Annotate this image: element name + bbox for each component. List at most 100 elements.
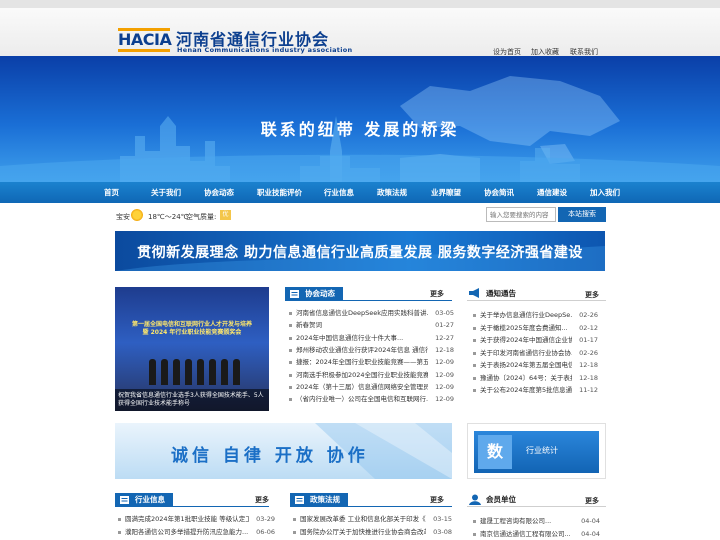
- news-list-item[interactable]: （省内行业唯一）公司在全国电信和互联网行... 12-09: [288, 393, 454, 405]
- members-panel-title: 会员单位: [486, 495, 516, 504]
- bullet-icon: [473, 533, 476, 536]
- members-more-link[interactable]: 更多: [585, 496, 599, 506]
- person-figure: [221, 359, 228, 385]
- nav-home[interactable]: 首页: [104, 182, 119, 203]
- nav-construction[interactable]: 通信建设: [537, 182, 567, 203]
- policy-list-item[interactable]: 国家发展改革委 工业和信息化部关于印发《... 03-15: [292, 513, 452, 525]
- photo-title-line1: 第一届全国电信和互联网行业人才开发与培养: [131, 321, 252, 328]
- item-title: 豫通协〔2024〕64号：关于表扬...: [480, 373, 572, 382]
- item-title: 关于举办信息通信行业DeepSe...: [480, 311, 572, 319]
- notice-list-item[interactable]: 关于获得2024年中国通信企业协... 01-17: [472, 334, 598, 346]
- weather-temp: 18℃～24℃: [148, 213, 189, 221]
- item-title: 国务院办公厅关于加快推进行业协会商会改革...: [300, 528, 426, 536]
- item-date: 03-29: [256, 515, 275, 523]
- integrity-banner[interactable]: 诚信 自律 开放 协作: [115, 423, 452, 479]
- notice-list-item[interactable]: 豫通协〔2024〕64号：关于表扬... 12-18: [472, 372, 598, 384]
- industry-list-item[interactable]: 濮阳各通信公司多举措提升防汛应急能力... 06-06: [117, 526, 275, 538]
- bullet-icon: [473, 314, 476, 317]
- news-list-item[interactable]: 郑州移动农业通信业行获评2024年信息 通信行... 12-18: [288, 344, 454, 356]
- nav-skill-evaluation[interactable]: 职业技能评价: [257, 182, 302, 203]
- site-logo[interactable]: HACIA: [118, 28, 172, 52]
- site-name-en: Henan Communications industry associatio…: [177, 46, 353, 54]
- person-figure: [233, 359, 240, 385]
- notice-list-item[interactable]: 关于公布2024年度第5批信息通... 11-12: [472, 384, 598, 396]
- news-list-item[interactable]: 新春贺词 01-27: [288, 319, 454, 331]
- news-list-item[interactable]: 2024年（第十三届）信息通信网络安全管理员... 12-09: [288, 381, 454, 393]
- notice-list-item[interactable]: 关于表扬2024年第五届全国电信... 12-18: [472, 359, 598, 371]
- bullet-icon: [118, 518, 121, 521]
- nav-about[interactable]: 关于我们: [151, 182, 181, 203]
- aqi-label: 空气质量:: [186, 213, 217, 221]
- megaphone-icon: [469, 288, 479, 298]
- item-title: 南京信通达通信工程有限公司...: [480, 530, 571, 538]
- bullet-icon: [289, 324, 292, 328]
- hero-banner: 联系的纽带 发展的桥梁: [0, 56, 720, 182]
- item-title: 关于公布2024年度第5批信息通...: [480, 386, 572, 394]
- industry-list-item[interactable]: 圆满完成2024年第1批职业技能 等级认定工作... 03-29: [117, 513, 275, 525]
- nav-industry-outlook[interactable]: 业界瞭望: [431, 182, 461, 203]
- industry-panel-title: 行业信息: [115, 493, 173, 507]
- item-date: 12-09: [435, 395, 454, 404]
- news-list-item[interactable]: 河南选手积极参加2024全国行业职业技能竞赛... 12-09: [288, 369, 454, 381]
- item-date: 02-26: [579, 348, 598, 357]
- photo-caption-line1: 祝贺我省信息通信行业选手3人获得全国技术能手、5人: [118, 392, 264, 399]
- person-figure: [197, 359, 204, 385]
- stats-label: 行业统计: [526, 446, 558, 455]
- item-date: 12-27: [435, 333, 454, 342]
- item-date: 03-05: [435, 309, 454, 317]
- nav-briefs[interactable]: 协会简讯: [484, 182, 514, 203]
- bullet-icon: [289, 312, 292, 315]
- notice-list-item[interactable]: 关于举办信息通信行业DeepSe... 02-26: [472, 309, 598, 321]
- nav-join[interactable]: 加入我们: [590, 182, 620, 203]
- industry-more-link[interactable]: 更多: [255, 495, 269, 505]
- item-date: 06-06: [256, 528, 275, 536]
- industry-stats-card[interactable]: 数 行业统计: [467, 423, 606, 479]
- featured-photo[interactable]: 第一届全国电信和互联网行业人才开发与培养 暨 2024 年行业职业技能竞赛颁奖会…: [115, 287, 269, 411]
- item-date: 02-12: [579, 323, 598, 332]
- nav-association-news[interactable]: 协会动态: [204, 182, 234, 203]
- bullet-icon: [118, 531, 121, 534]
- item-title: 关于获得2024年中国通信企业协...: [480, 336, 572, 344]
- item-date: 04-04: [581, 530, 600, 538]
- aqi-badge: 优: [220, 210, 231, 220]
- members-list-item[interactable]: 南京信通达通信工程有限公司... 04-04: [472, 528, 600, 540]
- item-date: 03-08: [433, 528, 452, 536]
- news-more-link[interactable]: 更多: [430, 289, 444, 299]
- bullet-icon: [289, 348, 292, 352]
- bullet-icon: [289, 398, 292, 402]
- item-title: 捷报：2024年全国行业职业技能竞赛——第五...: [296, 358, 428, 367]
- item-date: 12-18: [579, 373, 598, 382]
- bullet-icon: [289, 385, 292, 389]
- nav-policy[interactable]: 政策法规: [377, 182, 407, 203]
- item-date: 03-15: [433, 515, 452, 523]
- search-button[interactable]: 本站搜索: [558, 207, 606, 222]
- nav-industry-info[interactable]: 行业信息: [324, 182, 354, 203]
- notice-list-item[interactable]: 关于印发河南省通信行业协会协... 02-26: [472, 347, 598, 359]
- policy-icon: [295, 496, 304, 504]
- notice-list-item[interactable]: 关于橄榄2025年度会费通知... 02-12: [472, 322, 598, 334]
- slogan-banner[interactable]: 贯彻新发展理念 助力信息通信行业高质量发展 服务数字经济强省建设: [115, 231, 605, 271]
- item-title: 新春贺词: [296, 321, 322, 330]
- news-list-item[interactable]: 捷报：2024年全国行业职业技能竞赛——第五... 12-09: [288, 356, 454, 368]
- person-figure: [161, 359, 168, 385]
- notice-more-link[interactable]: 更多: [585, 290, 599, 300]
- news-list-item[interactable]: 河南省信息通信业DeepSeek应用实践科普讲... 03-05: [288, 307, 454, 319]
- notice-panel-title: 通知通告: [486, 289, 516, 298]
- item-title: （省内行业唯一）公司在全国电信和互联网行...: [296, 395, 428, 404]
- bullet-icon: [473, 326, 476, 330]
- bullet-icon: [473, 520, 476, 523]
- person-figure: [149, 359, 156, 385]
- photo-title-line2: 暨 2024 年行业职业技能竞赛颁奖会: [142, 329, 242, 336]
- news-list-item[interactable]: 2024年中国信息通信行业十件大事... 12-27: [288, 332, 454, 344]
- members-list-item[interactable]: 建晟工程咨询有限公司... 04-04: [472, 515, 600, 527]
- bullet-icon: [473, 351, 476, 355]
- policy-list-item[interactable]: 国务院办公厅关于加快推进行业协会商会改革... 03-08: [292, 526, 452, 538]
- bullet-icon: [473, 364, 476, 367]
- search-input[interactable]: [486, 207, 556, 222]
- bullet-icon: [293, 531, 296, 534]
- policy-more-link[interactable]: 更多: [430, 495, 444, 505]
- news-icon: [290, 290, 299, 298]
- item-title: 关于印发河南省通信行业协会协...: [480, 348, 572, 357]
- item-date: 11-12: [579, 386, 598, 394]
- item-date: 04-04: [581, 517, 600, 525]
